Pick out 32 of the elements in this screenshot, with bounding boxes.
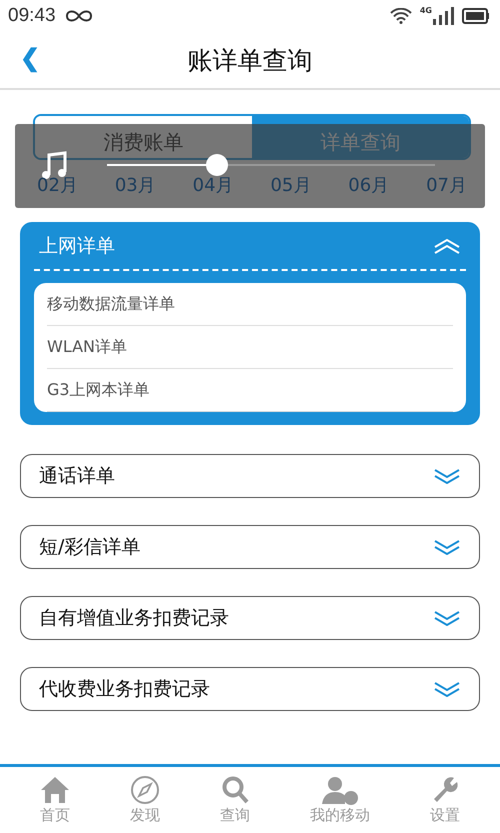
seek-thumb[interactable] xyxy=(206,154,228,176)
submenu-item[interactable]: G3上网本详单 xyxy=(47,369,453,412)
expand-icon xyxy=(433,539,461,555)
user-icon xyxy=(320,775,360,805)
month-label: 02月 xyxy=(37,174,78,197)
month-label: 03月 xyxy=(114,174,156,197)
section-header[interactable]: 自有增值业务扣费记录 xyxy=(21,597,479,639)
expand-icon xyxy=(433,610,461,626)
submenu-item[interactable]: WLAN详单 xyxy=(47,326,453,369)
infinity-icon xyxy=(64,9,94,23)
search-icon xyxy=(220,775,250,805)
page-title: 账详单查询 xyxy=(188,44,312,76)
month-label: 05月 xyxy=(270,174,312,197)
expand-icon xyxy=(433,681,461,697)
section-header[interactable]: 代收费业务扣费记录 xyxy=(21,668,479,710)
signal-icon xyxy=(432,7,454,25)
section-header[interactable]: 上网详单 xyxy=(21,223,479,269)
back-button[interactable]: ❮ xyxy=(20,44,40,73)
compass-icon xyxy=(130,775,160,805)
wifi-icon xyxy=(390,8,412,24)
expand-icon xyxy=(433,468,461,484)
section-header[interactable]: 通话详单 xyxy=(21,455,479,497)
submenu-item[interactable]: 移动数据流量详单 xyxy=(47,283,453,326)
battery-icon xyxy=(462,8,490,24)
section-header[interactable]: 短/彩信详单 xyxy=(21,526,479,568)
month-label: 07月 xyxy=(426,174,467,197)
collapse-icon xyxy=(433,238,461,254)
network-type: 4G xyxy=(420,6,432,15)
status-time: 09:43 xyxy=(8,5,56,27)
month-label: 04月 xyxy=(192,174,234,197)
home-icon xyxy=(40,775,70,805)
month-label: 06月 xyxy=(348,174,390,197)
